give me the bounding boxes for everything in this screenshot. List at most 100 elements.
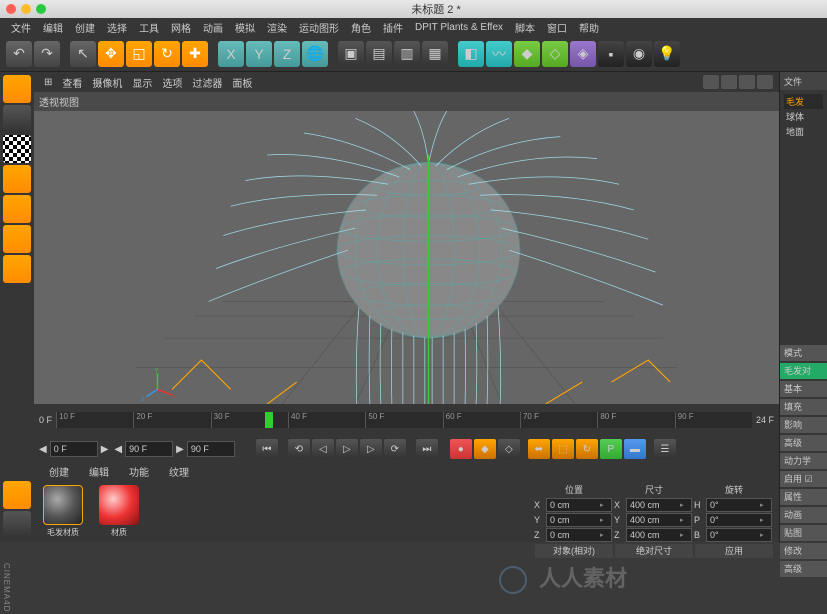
vp-menu-options[interactable]: 选项 (157, 75, 187, 90)
move-tool[interactable]: ✥ (98, 41, 124, 67)
attr-tab-anim[interactable]: 动画 (780, 507, 827, 523)
vp-menu-view[interactable]: 查看 (57, 75, 87, 90)
rot-b-field[interactable]: 0°▸ (706, 528, 772, 542)
coord-size-mode-button[interactable]: 绝对尺寸 (615, 544, 693, 558)
menu-help[interactable]: 帮助 (573, 20, 605, 35)
last-tool[interactable]: ✚ (182, 41, 208, 67)
menu-mograph[interactable]: 运动图形 (293, 20, 345, 35)
menu-dpit[interactable]: DPIT Plants & Effex (409, 22, 509, 33)
add-deformer[interactable]: ◈ (570, 41, 596, 67)
pos-x-field[interactable]: 0 cm▸ (546, 498, 612, 512)
attr-tab-props[interactable]: 属性 (780, 489, 827, 505)
vp-menu-filter[interactable]: 过滤器 (187, 75, 227, 90)
texture-mode-button[interactable] (3, 135, 31, 163)
minimize-window-button[interactable] (21, 4, 31, 14)
vp-nav-icon-4[interactable] (757, 75, 773, 89)
render-picture[interactable]: ▥ (394, 41, 420, 67)
polygon-mode-button[interactable] (3, 255, 31, 283)
object-sphere[interactable]: 球体 (784, 109, 823, 124)
menu-character[interactable]: 角色 (345, 20, 377, 35)
menu-tools[interactable]: 工具 (133, 20, 165, 35)
next-frame-button[interactable]: ▷ (360, 439, 382, 459)
object-hair[interactable]: 毛发 (784, 94, 823, 109)
range-start-field[interactable]: 0 F (50, 441, 98, 457)
vp-menu-display[interactable]: 显示 (127, 75, 157, 90)
add-generator[interactable]: ◆ (514, 41, 540, 67)
x-axis-lock[interactable]: X (218, 41, 244, 67)
coord-apply-button[interactable]: 应用 (695, 544, 773, 558)
menu-animate[interactable]: 动画 (197, 20, 229, 35)
play-options-button[interactable]: ☰ (654, 439, 676, 459)
menu-simulate[interactable]: 模拟 (229, 20, 261, 35)
material-default[interactable]: 材质 (95, 485, 143, 537)
menu-create[interactable]: 创建 (69, 20, 101, 35)
render-queue[interactable]: ▦ (422, 41, 448, 67)
material-hair[interactable]: 毛发材质 (39, 485, 87, 537)
vp-menu-camera[interactable]: 摄像机 (87, 75, 127, 90)
zoom-window-button[interactable] (36, 4, 46, 14)
vp-nav-icon-2[interactable] (721, 75, 737, 89)
rotate-tool[interactable]: ↻ (154, 41, 180, 67)
size-x-field[interactable]: 400 cm▸ (626, 498, 692, 512)
size-y-field[interactable]: 400 cm▸ (626, 513, 692, 527)
autokey-button[interactable]: ◆ (474, 439, 496, 459)
record-button[interactable]: ● (450, 439, 472, 459)
add-nurbs[interactable]: ◇ (542, 41, 568, 67)
redo-button[interactable]: ↷ (34, 41, 60, 67)
add-light[interactable]: 💡 (654, 41, 680, 67)
coord-system[interactable]: 🌐 (302, 41, 328, 67)
vp-home-icon[interactable]: ⊞ (39, 77, 57, 88)
make-editable-button[interactable] (3, 75, 31, 103)
rot-p-field[interactable]: 0°▸ (706, 513, 772, 527)
vp-nav-icon-3[interactable] (739, 75, 755, 89)
attr-tab-adv2[interactable]: 高级 (780, 561, 827, 577)
prev-frame-button[interactable]: ◁ (312, 439, 334, 459)
viewport-canvas[interactable]: x y z (34, 111, 779, 404)
scale-tool[interactable]: ◱ (126, 41, 152, 67)
select-tool[interactable]: ↖ (70, 41, 96, 67)
key-rot-button[interactable]: ↻ (576, 439, 598, 459)
mat-tab-texture[interactable]: 纹理 (159, 462, 199, 480)
rot-h-field[interactable]: 0°▸ (706, 498, 772, 512)
next-key-button[interactable]: ⟳ (384, 439, 406, 459)
range-end-field[interactable]: 90 F (187, 441, 235, 457)
snap-settings-button[interactable] (3, 511, 31, 539)
timeline-ruler[interactable]: 10 F 20 F 30 F 40 F 50 F 60 F 70 F 80 F … (56, 412, 752, 428)
goto-start-button[interactable]: ⏮ (256, 439, 278, 459)
y-axis-lock[interactable]: Y (246, 41, 272, 67)
attr-tab-influence[interactable]: 影响 (780, 417, 827, 433)
menu-mesh[interactable]: 网格 (165, 20, 197, 35)
key-pos-button[interactable]: ⬌ (528, 439, 550, 459)
attr-tab-advanced[interactable]: 高级 (780, 435, 827, 451)
key-param-button[interactable]: P (600, 439, 622, 459)
keyframe-sel-button[interactable]: ◇ (498, 439, 520, 459)
point-mode-button[interactable] (3, 195, 31, 223)
menu-edit[interactable]: 编辑 (37, 20, 69, 35)
menu-script[interactable]: 脚本 (509, 20, 541, 35)
pos-z-field[interactable]: 0 cm▸ (546, 528, 612, 542)
mat-tab-create[interactable]: 创建 (39, 462, 79, 480)
render-view[interactable]: ▣ (338, 41, 364, 67)
size-z-field[interactable]: 400 cm▸ (626, 528, 692, 542)
add-spline[interactable]: 〰 (486, 41, 512, 67)
attr-tab-modify[interactable]: 修改 (780, 543, 827, 559)
menu-file[interactable]: 文件 (5, 20, 37, 35)
mat-tab-function[interactable]: 功能 (119, 462, 159, 480)
object-floor[interactable]: 地面 (784, 124, 823, 139)
key-scale-button[interactable]: ⬚ (552, 439, 574, 459)
add-environment[interactable]: ▪ (598, 41, 624, 67)
menu-plugins[interactable]: 插件 (377, 20, 409, 35)
pos-y-field[interactable]: 0 cm▸ (546, 513, 612, 527)
mat-tab-edit[interactable]: 编辑 (79, 462, 119, 480)
vp-menu-panel[interactable]: 面板 (227, 75, 257, 90)
undo-button[interactable]: ↶ (6, 41, 32, 67)
snap-button[interactable] (3, 481, 31, 509)
attr-tab-basic[interactable]: 基本 (780, 381, 827, 397)
menu-render[interactable]: 渲染 (261, 20, 293, 35)
close-window-button[interactable] (6, 4, 16, 14)
vp-nav-icon-1[interactable] (703, 75, 719, 89)
render-settings[interactable]: ▤ (366, 41, 392, 67)
add-camera[interactable]: ◉ (626, 41, 652, 67)
enable-label[interactable]: 启用 ☑ (780, 471, 827, 487)
model-mode-button[interactable] (3, 105, 31, 133)
